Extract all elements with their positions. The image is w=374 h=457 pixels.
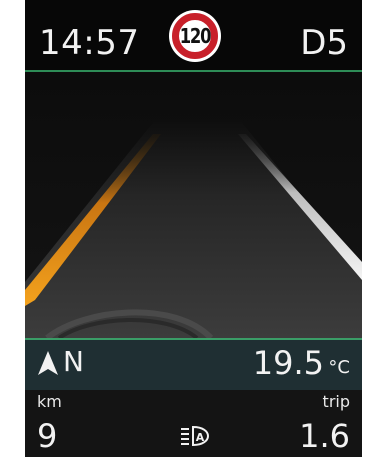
navigation-arrow-icon (38, 351, 58, 375)
range-value: 9 (37, 417, 58, 455)
gear-indicator: D5 (300, 23, 348, 63)
outside-temperature: 19.5 (252, 344, 324, 382)
lane-assist-view (25, 72, 362, 338)
info-divider (25, 338, 362, 340)
svg-text:A: A (196, 431, 205, 444)
trip-value: 1.6 (299, 417, 350, 455)
compass-heading: N (63, 345, 84, 378)
auto-headlight-icon: A (181, 425, 209, 447)
trip-label: trip (322, 392, 350, 411)
status-bar: 14:57 120 D5 (25, 0, 362, 70)
speed-limit-sign: 120 (169, 10, 221, 62)
cluster-display: 14:57 120 D5 N 19.5 °C km trip 9 1.6 A (25, 0, 362, 457)
clock: 14:57 (39, 23, 140, 63)
speed-limit-value: 120 (179, 24, 212, 48)
temperature-unit: °C (328, 357, 350, 378)
range-label: km (37, 392, 62, 411)
